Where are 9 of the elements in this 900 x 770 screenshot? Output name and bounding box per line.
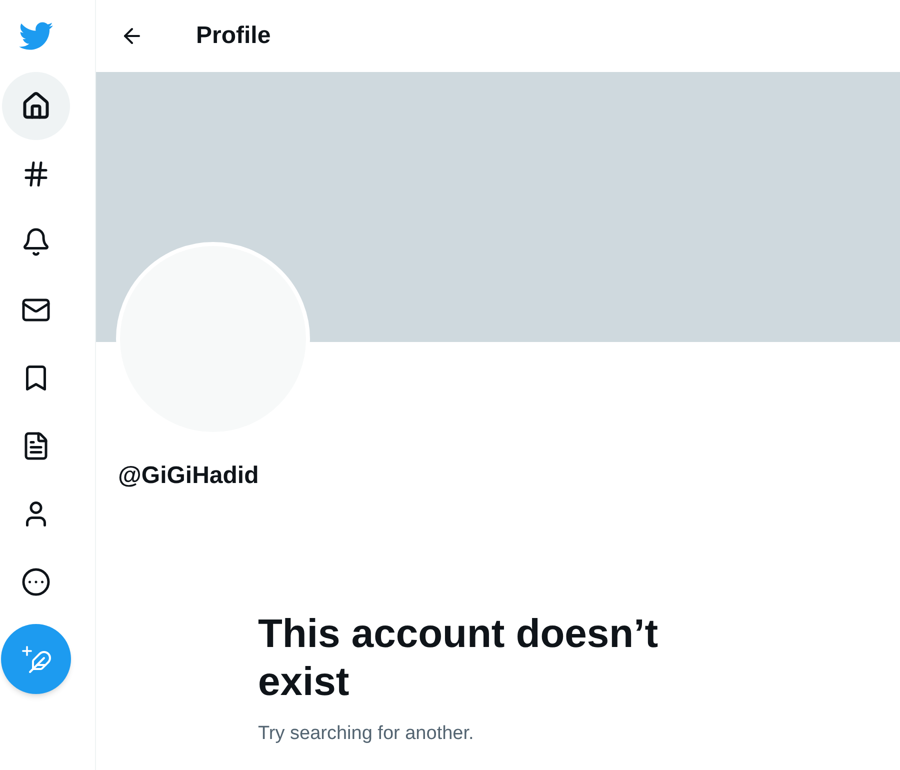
more-icon bbox=[20, 567, 50, 597]
empty-state-heading: This account doesn’t exist bbox=[258, 611, 660, 706]
bell-icon bbox=[20, 227, 50, 257]
feather-plus-icon bbox=[20, 644, 52, 674]
compose-tweet-button[interactable] bbox=[0, 624, 70, 694]
empty-state-message: Try searching for another. bbox=[258, 722, 475, 746]
profile-handle: @GiGiHadid bbox=[118, 462, 259, 489]
page-title: Profile bbox=[196, 21, 271, 51]
home-icon bbox=[20, 91, 50, 121]
